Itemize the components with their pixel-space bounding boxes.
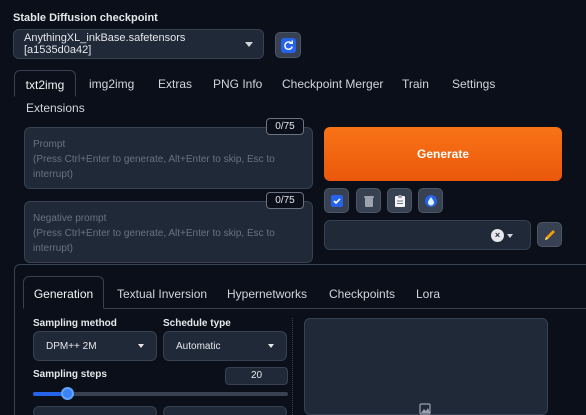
chevron-down-icon — [507, 234, 513, 238]
schedule-type-value: Automatic — [176, 340, 221, 352]
clipboard-icon — [394, 194, 405, 207]
checkpoint-label: Stable Diffusion checkpoint — [13, 12, 158, 24]
subtab-generation[interactable]: Generation — [23, 276, 104, 309]
tab-txt2img[interactable]: txt2img — [14, 70, 76, 97]
chevron-down-icon — [138, 344, 144, 348]
paste-params-button[interactable] — [387, 188, 412, 213]
interrupt-checkbox-button[interactable] — [324, 188, 349, 213]
main-tabs: txt2img img2img Extras PNG Info Checkpoi… — [0, 70, 586, 120]
schedule-type-label: Schedule type — [163, 318, 231, 329]
subtab-textual-inversion[interactable]: Textual Inversion — [117, 287, 207, 301]
width-field[interactable] — [33, 406, 157, 415]
prompt-token-counter: 0/75 — [266, 118, 304, 135]
tab-png-info[interactable]: PNG Info — [213, 70, 262, 97]
checkbox-icon — [330, 194, 343, 207]
refresh-checkpoint-button[interactable] — [275, 32, 301, 58]
clear-icon[interactable]: × — [491, 229, 504, 242]
clear-prompt-button[interactable] — [356, 188, 381, 213]
image-icon — [419, 403, 431, 415]
drop-icon — [424, 194, 437, 207]
negative-prompt-input[interactable]: Negative prompt (Press Ctrl+Enter to gen… — [24, 201, 313, 263]
output-gallery — [304, 318, 548, 415]
tab-extras[interactable]: Extras — [158, 70, 192, 97]
edit-styles-button[interactable] — [537, 222, 562, 247]
prompt-placeholder: Prompt (Press Ctrl+Enter to generate, Al… — [33, 139, 275, 180]
refresh-icon — [280, 37, 296, 53]
pencil-icon — [544, 229, 555, 240]
negative-prompt-placeholder: Negative prompt (Press Ctrl+Enter to gen… — [33, 213, 275, 254]
checkpoint-value: AnythingXL_inkBase.safetensors [a1535d0a… — [24, 32, 186, 56]
subtab-hypernetworks[interactable]: Hypernetworks — [227, 287, 307, 301]
prompt-input[interactable]: Prompt (Press Ctrl+Enter to generate, Al… — [24, 127, 313, 189]
tab-img2img[interactable]: img2img — [89, 70, 134, 97]
checkpoint-select[interactable]: AnythingXL_inkBase.safetensors [a1535d0a… — [13, 29, 264, 59]
sampling-method-select[interactable]: DPM++ 2M — [33, 331, 157, 361]
sampling-steps-slider-handle[interactable] — [61, 387, 74, 400]
tab-checkpoint-merger[interactable]: Checkpoint Merger — [282, 70, 383, 97]
sampling-method-label: Sampling method — [33, 318, 117, 329]
subtab-lora[interactable]: Lora — [416, 287, 440, 301]
subtab-checkpoints[interactable]: Checkpoints — [329, 287, 395, 301]
sampling-method-value: DPM++ 2M — [46, 340, 97, 352]
generate-button[interactable]: Generate — [324, 127, 562, 181]
trash-icon — [363, 195, 374, 207]
tab-extensions[interactable]: Extensions — [26, 94, 85, 121]
tab-train[interactable]: Train — [402, 70, 429, 97]
height-field[interactable] — [163, 406, 287, 415]
sampling-steps-label: Sampling steps — [33, 369, 107, 380]
sampling-steps-input[interactable]: 20 — [225, 367, 288, 385]
negative-prompt-token-counter: 0/75 — [266, 192, 304, 209]
extra-networks-button[interactable] — [418, 188, 443, 213]
schedule-type-select[interactable]: Automatic — [163, 331, 287, 361]
chevron-down-icon — [245, 41, 253, 47]
styles-select[interactable]: × — [324, 220, 531, 250]
panel-divider — [292, 318, 294, 415]
sub-tabs-divider — [23, 308, 586, 309]
tab-settings[interactable]: Settings — [452, 70, 495, 97]
chevron-down-icon — [268, 344, 274, 348]
